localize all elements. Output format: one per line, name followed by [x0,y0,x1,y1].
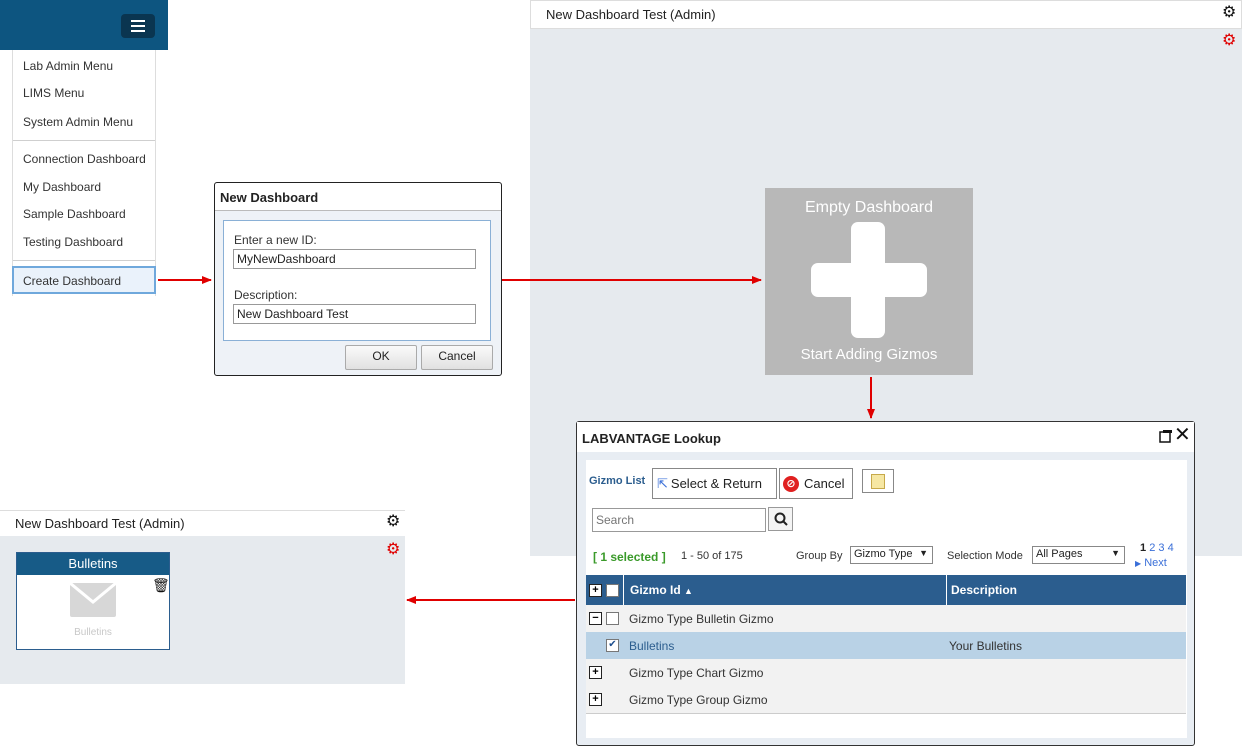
cancel-label: Cancel [804,476,845,491]
menu-item-create-dashboard[interactable]: Create Dashboard [12,266,156,294]
column-divider [623,575,624,605]
gizmo-title: Bulletins [17,553,169,575]
dialog-title: New Dashboard [215,183,501,211]
description-label: Description: [234,288,298,302]
dashboard-title: New Dashboard Test (Admin) [530,0,1242,29]
cancel-icon: ⊘ [783,475,799,492]
group-label: Gizmo Type Group Gizmo [629,693,768,707]
chevron-down-icon: ▼ [919,548,928,558]
dashboard-result: New Dashboard Test (Admin) ⚙ ⚙ Bulletins… [0,510,405,684]
group-by-label: Group By [796,550,843,562]
gear-icon[interactable]: ⚙ [1222,5,1236,21]
group-row[interactable]: − Gizmo Type Bulletin Gizmo [586,605,1186,633]
row-checkbox[interactable] [606,612,619,625]
next-link[interactable]: ▶ Next [1135,557,1167,569]
menu-item-lab-admin[interactable]: Lab Admin Menu [23,59,113,73]
note-button[interactable] [862,469,894,493]
expand-icon[interactable]: + [589,693,602,706]
lookup-title: LABVANTAGE Lookup [577,422,1194,452]
select-return-label: Select & Return [670,476,762,491]
menu-item-my-dashboard[interactable]: My Dashboard [23,180,101,194]
menu-divider [13,140,155,141]
column-gizmo-id[interactable]: Gizmo Id ▲ [630,583,693,597]
group-row[interactable]: + Gizmo Type Chart Gizmo [586,659,1186,687]
plus-icon [811,263,927,297]
selection-mode-value: All Pages [1036,548,1083,560]
menu-item-sample-dashboard[interactable]: Sample Dashboard [23,207,126,221]
group-by-value: Gizmo Type [854,548,913,560]
page-4[interactable]: 4 [1168,542,1174,554]
group-label: Gizmo Type Chart Gizmo [629,666,764,680]
bulletins-gizmo[interactable]: Bulletins 🗑 Bulletins [16,552,170,650]
record-range: 1 - 50 of 175 [681,550,743,562]
note-icon [871,473,885,489]
group-row[interactable]: + Gizmo Type Group Gizmo [586,686,1186,714]
pagination: 1 2 3 4 [1140,542,1174,554]
page-3[interactable]: 3 [1158,542,1164,554]
hamburger-icon[interactable] [121,14,155,38]
trash-icon[interactable]: 🗑 [152,577,170,594]
page-2[interactable]: 2 [1149,542,1155,554]
expand-all-icon[interactable]: + [589,584,602,597]
cancel-button[interactable]: ⊘ Cancel [779,468,853,499]
next-label: Next [1144,557,1167,569]
menu-divider [13,260,155,261]
search-icon [774,512,788,526]
empty-dashboard-tile[interactable]: Empty Dashboard Start Adding Gizmos [765,188,973,375]
grid-header: + Gizmo Id ▲ Description [586,575,1186,605]
gear-icon[interactable]: ⚙ [386,542,400,558]
maximize-icon[interactable] [1159,429,1173,443]
selection-mode-label: Selection Mode [947,550,1023,562]
dialog-form: Enter a new ID: Description: [223,220,491,341]
row-checkbox-checked[interactable]: ✔ [606,639,619,652]
group-by-select[interactable]: Gizmo Type ▼ [850,546,933,564]
table-row[interactable]: ✔ Bulletins Your Bulletins [586,632,1186,660]
start-adding-label: Start Adding Gizmos [800,346,938,363]
page-1[interactable]: 1 [1140,542,1146,554]
lookup-dialog: LABVANTAGE Lookup ✕ Gizmo List ⇱ Select … [576,421,1195,746]
cancel-button[interactable]: Cancel [421,345,493,370]
dashboard-title: New Dashboard Test (Admin) [0,510,405,536]
select-return-button[interactable]: ⇱ Select & Return [652,468,777,499]
id-field[interactable] [233,249,476,269]
menu-item-system-admin[interactable]: System Admin Menu [23,115,133,129]
menu-item-lims[interactable]: LIMS Menu [23,86,84,100]
ok-button[interactable]: OK [345,345,417,370]
gear-icon[interactable]: ⚙ [1222,33,1236,49]
column-divider [946,575,947,605]
empty-dashboard-title: Empty Dashboard [804,199,934,216]
column-label: Gizmo Id [630,583,681,597]
select-all-checkbox[interactable] [606,584,619,597]
column-description[interactable]: Description [951,583,1017,597]
description-field[interactable] [233,304,476,324]
menu-item-connection-dashboard[interactable]: Connection Dashboard [23,152,146,166]
chevron-down-icon: ▼ [1111,548,1120,558]
search-button[interactable] [768,507,793,531]
selection-mode-select[interactable]: All Pages ▼ [1032,546,1125,564]
group-label: Gizmo Type Bulletin Gizmo [629,612,774,626]
menu-item-testing-dashboard[interactable]: Testing Dashboard [23,235,123,249]
gear-icon[interactable]: ⚙ [386,514,400,530]
description-cell: Your Bulletins [949,639,1022,653]
gizmo-caption: Bulletins [74,627,112,638]
close-icon[interactable]: ✕ [1174,424,1191,446]
caret-right-icon: ▶ [1135,559,1142,568]
collapse-icon[interactable]: − [589,612,602,625]
selected-count[interactable]: [ 1 selected ] [593,550,666,564]
lookup-body: Gizmo List ⇱ Select & Return ⊘ Cancel [ … [586,460,1187,738]
gizmo-list-label: Gizmo List [589,475,646,487]
id-label: Enter a new ID: [234,233,317,247]
expand-icon[interactable]: + [589,666,602,679]
search-input[interactable] [592,508,766,532]
envelope-icon [70,583,116,617]
gizmo-id-cell[interactable]: Bulletins [629,639,674,653]
sort-up-icon: ▲ [684,586,693,596]
select-cursor-icon: ⇱ [657,475,668,491]
new-dashboard-dialog: New Dashboard Enter a new ID: Descriptio… [214,182,502,376]
dashboard-menu: Lab Admin Menu LIMS Menu System Admin Me… [12,50,156,296]
